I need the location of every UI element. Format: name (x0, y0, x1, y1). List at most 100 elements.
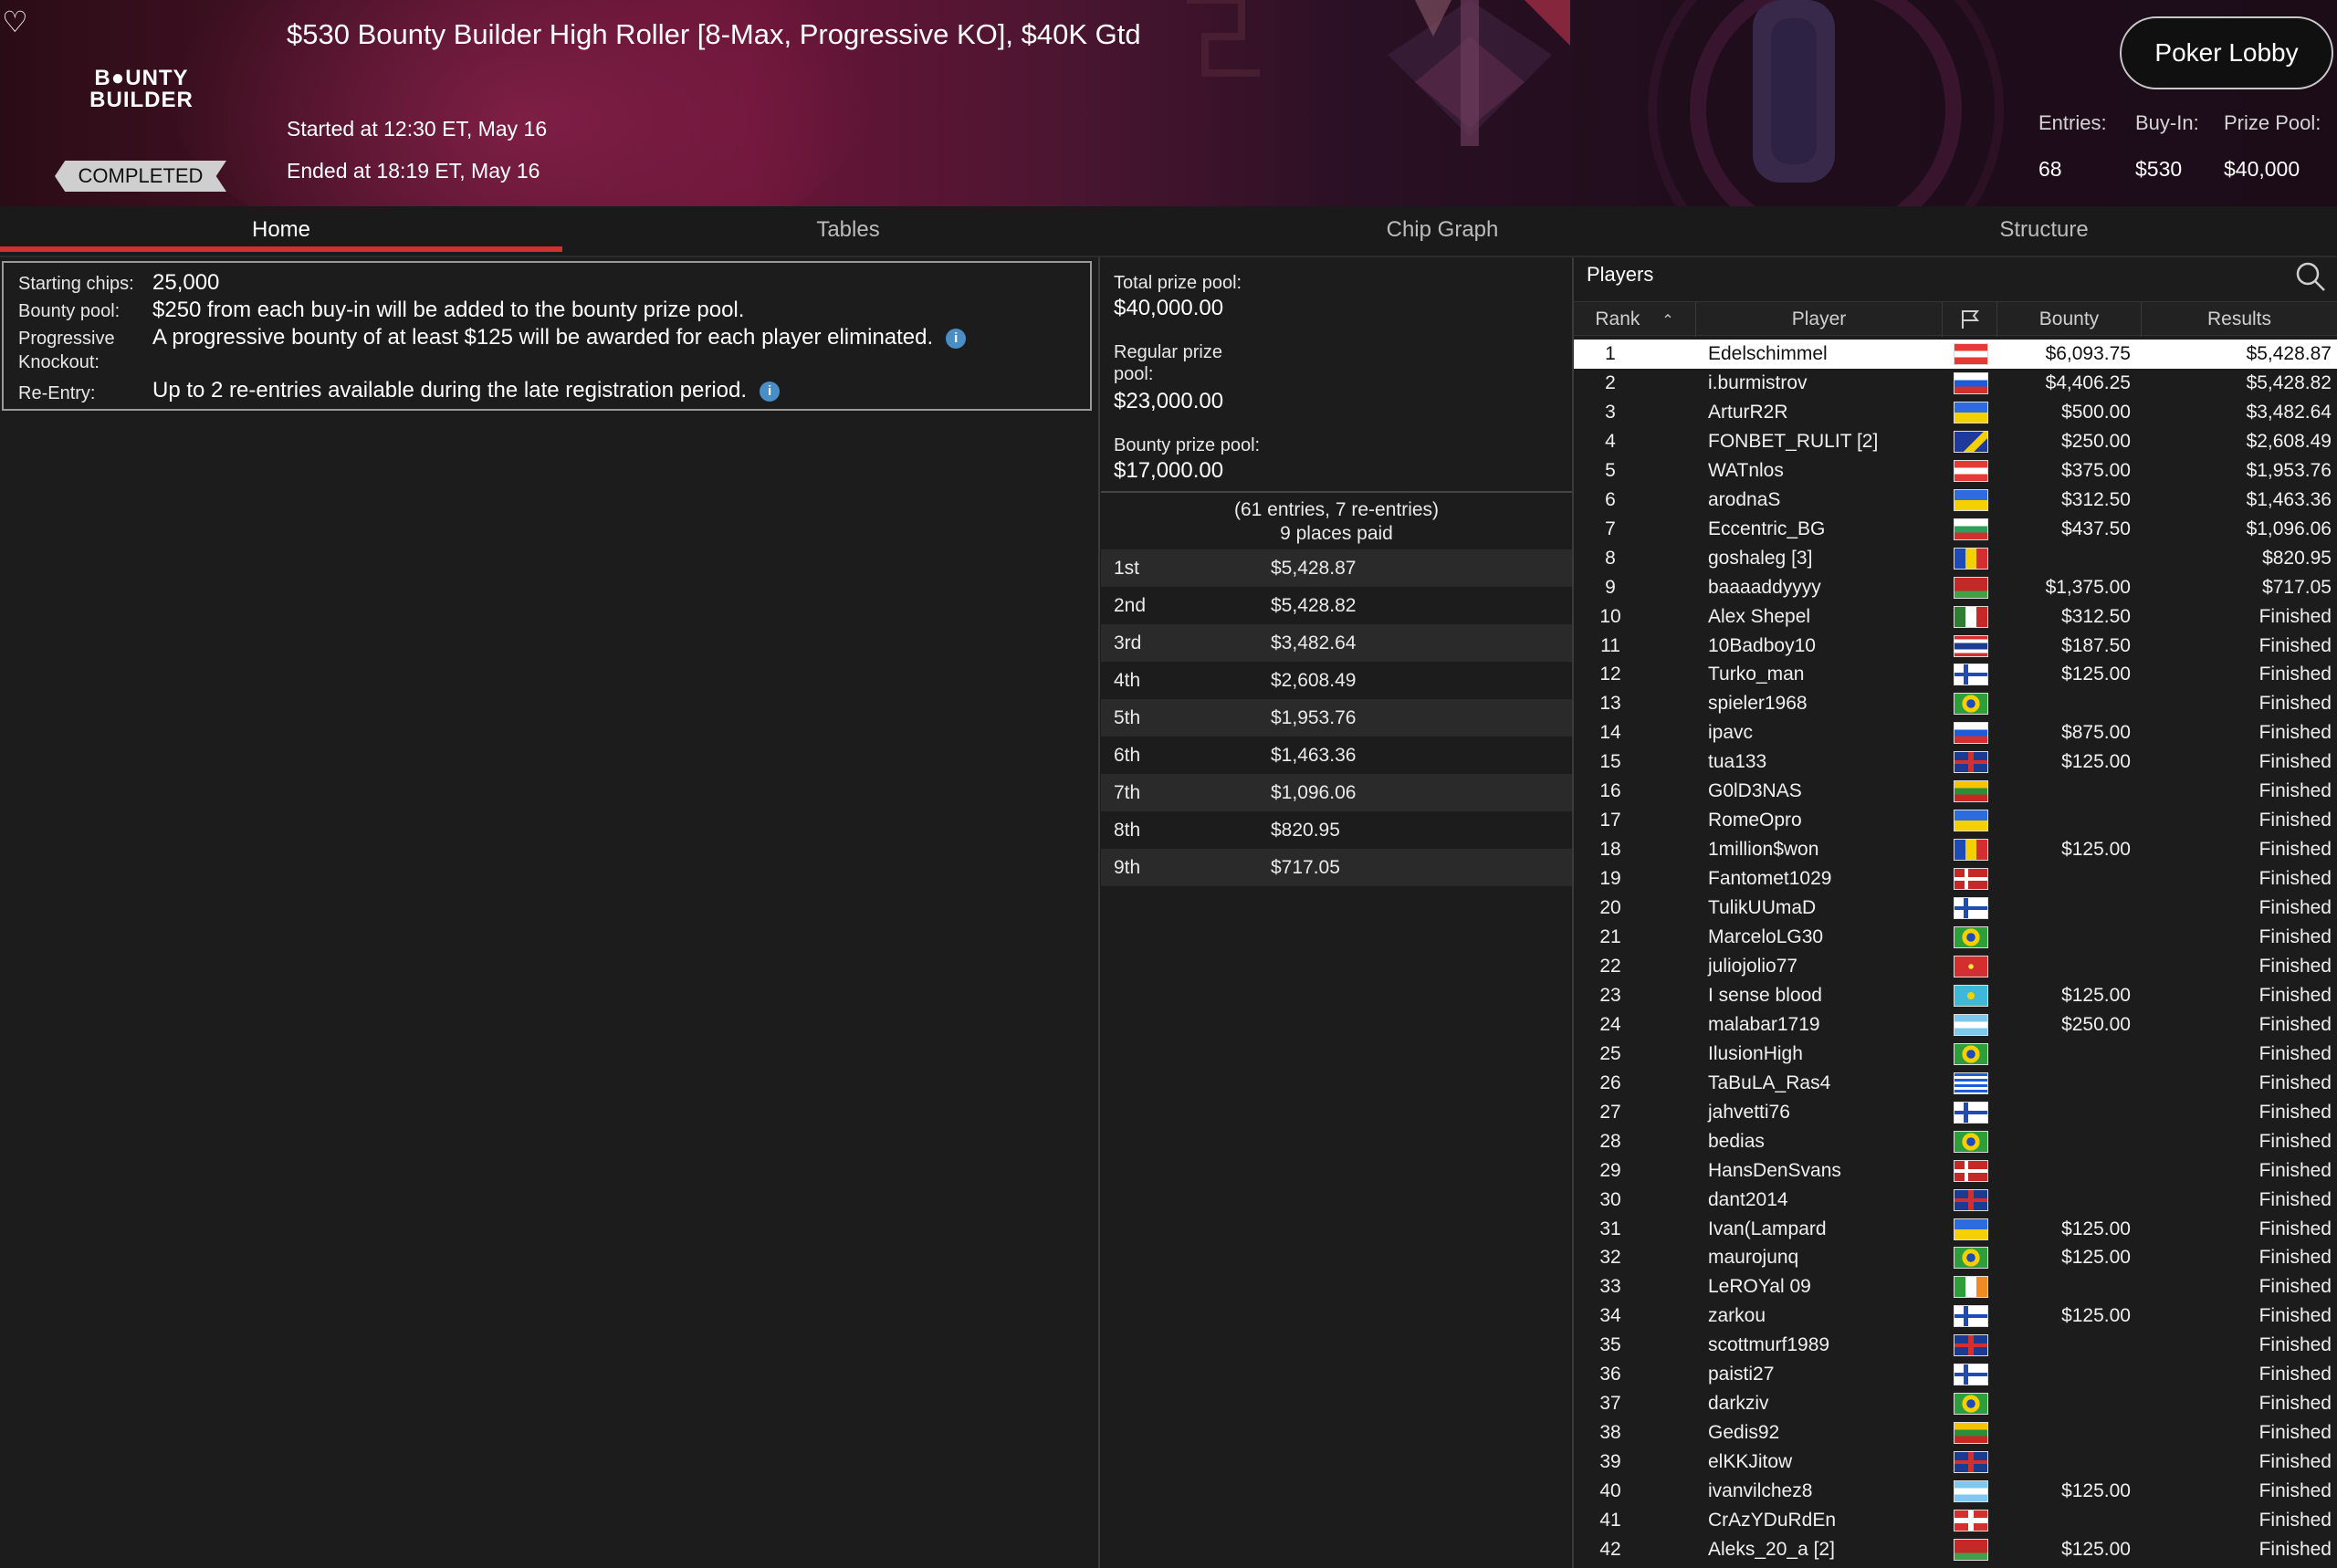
player-row[interactable]: 21 MarceloLG30 Finished (1574, 923, 2337, 952)
ukraine-flag-icon (1954, 488, 1988, 511)
results-column-header[interactable]: Results (2142, 302, 2337, 337)
player-rank: 12 (1599, 664, 1621, 685)
player-row[interactable]: 37 darkziv Finished (1574, 1389, 2337, 1418)
payout-row: 9th $717.05 (1101, 849, 1572, 886)
player-result: $5,428.87 (2246, 343, 2332, 364)
player-row[interactable]: 11 10Badboy10 $187.50 Finished (1574, 632, 2337, 661)
entries-summary: (61 entries, 7 re-entries) 9 places paid (1233, 499, 1440, 544)
player-row[interactable]: 42 Aleks_20_a [2] $125.00 Finished (1574, 1535, 2337, 1564)
player-row[interactable]: 19 Fantomet1029 Finished (1574, 864, 2337, 894)
tab-structure[interactable]: Structure (1751, 206, 2337, 257)
player-row[interactable]: 38 Gedis92 Finished (1574, 1418, 2337, 1448)
player-row[interactable]: 31 Ivan(Lampard $125.00 Finished (1574, 1215, 2337, 1244)
player-bounty: $125.00 (2061, 1305, 2131, 1327)
tab-chip-graph[interactable]: Chip Graph (1134, 206, 1751, 257)
player-row[interactable]: 35 scottmurf1989 Finished (1574, 1331, 2337, 1360)
search-icon[interactable] (2295, 261, 2326, 292)
player-rank: 5 (1605, 459, 1616, 481)
player-column-header[interactable]: Player (1696, 302, 1943, 337)
player-row[interactable]: 34 zarkou $125.00 Finished (1574, 1301, 2337, 1331)
player-row[interactable]: 29 HansDenSvans Finished (1574, 1156, 2337, 1186)
rank-column-header[interactable]: Rank ⌃ (1574, 302, 1696, 337)
reentry-info-icon[interactable]: i (760, 381, 781, 402)
player-row[interactable]: 10 Alex Shepel $312.50 Finished (1574, 602, 2337, 632)
player-row[interactable]: 24 malabar1719 $250.00 Finished (1574, 1010, 2337, 1040)
uk-flag-icon (1954, 1334, 1988, 1357)
player-result: Finished (2258, 1188, 2332, 1210)
player-row[interactable]: 36 paisti27 Finished (1574, 1360, 2337, 1389)
player-rank: 22 (1599, 955, 1621, 977)
kazakhstan-flag-icon (1954, 984, 1988, 1007)
slovenia-flag-icon (1954, 722, 1988, 745)
player-row[interactable]: 23 I sense blood $125.00 Finished (1574, 981, 2337, 1010)
player-row[interactable]: 12 Turko_man $125.00 Finished (1574, 660, 2337, 689)
player-row[interactable]: 28 bedias Finished (1574, 1127, 2337, 1156)
player-rank: 39 (1599, 1451, 1621, 1473)
player-row[interactable]: 6 arodnaS $312.50 $1,463.36 (1574, 486, 2337, 515)
player-row[interactable]: 5 WATnlos $375.00 $1,953.76 (1574, 456, 2337, 486)
player-result: $820.95 (2262, 547, 2332, 569)
player-row[interactable]: 30 dant2014 Finished (1574, 1186, 2337, 1215)
player-bounty: $500.00 (2061, 401, 2131, 423)
tab-tables[interactable]: Tables (562, 206, 1134, 257)
player-row[interactable]: 26 TaBuLA_Ras4 Finished (1574, 1069, 2337, 1098)
player-row[interactable]: 27 jahvetti76 Finished (1574, 1098, 2337, 1127)
player-row[interactable]: 9 baaaaddyyyy $1,375.00 $717.05 (1574, 573, 2337, 602)
player-row[interactable]: 17 RomeOpro Finished (1574, 806, 2337, 835)
player-row[interactable]: 16 G0lD3NAS Finished (1574, 777, 2337, 806)
flag-column-header[interactable] (1943, 302, 1997, 337)
player-row[interactable]: 18 1million$won $125.00 Finished (1574, 835, 2337, 864)
player-rank: 18 (1599, 839, 1621, 861)
player-row[interactable]: 4 FONBET_RULIT [2] $250.00 $2,608.49 (1574, 427, 2337, 456)
player-result: Finished (2258, 1305, 2332, 1327)
player-row[interactable]: 22 juliojolio77 Finished (1574, 952, 2337, 981)
player-row[interactable]: 15 tua133 $125.00 Finished (1574, 747, 2337, 777)
player-name: zarkou (1708, 1305, 1766, 1327)
finland-flag-icon (1954, 1101, 1988, 1124)
player-row[interactable]: 40 ivanvilchez8 $125.00 Finished (1574, 1477, 2337, 1506)
player-bounty: $6,093.75 (2045, 343, 2131, 364)
player-rank: 6 (1605, 488, 1616, 510)
payout-amount: $1,463.36 (1271, 745, 1357, 766)
buyin-value: $530 (2135, 157, 2183, 181)
brazil-flag-icon (1954, 693, 1988, 716)
favorite-heart-icon[interactable]: ♡ (2, 5, 35, 38)
argentina-flag-icon (1954, 1480, 1988, 1503)
player-row[interactable]: 33 LeROYal 09 Finished (1574, 1272, 2337, 1301)
player-row[interactable]: 1 Edelschimmel $6,093.75 $5,428.87 (1574, 340, 2337, 369)
player-name: jahvetti76 (1708, 1101, 1790, 1123)
player-row[interactable]: 3 ArturR2R $500.00 $3,482.64 (1574, 398, 2337, 427)
player-bounty: $187.50 (2061, 634, 2131, 656)
poker-lobby-button[interactable]: Poker Lobby (2120, 16, 2333, 89)
player-row[interactable]: 2 i.burmistrov $4,406.25 $5,428.82 (1574, 369, 2337, 398)
player-result: Finished (2258, 722, 2332, 744)
brazil-flag-icon (1954, 1042, 1988, 1065)
brazil-flag-icon (1954, 1247, 1988, 1270)
regular-prize-label: Regular prize pool: (1114, 342, 1222, 384)
reentry-value: Up to 2 re-entries available during the … (152, 378, 748, 402)
player-name: Edelschimmel (1708, 343, 1828, 364)
player-row[interactable]: 41 CrAzYDuRdEn Finished (1574, 1506, 2337, 1535)
player-row[interactable]: 25 IlusionHigh Finished (1574, 1040, 2337, 1069)
player-row[interactable]: 14 ipavc $875.00 Finished (1574, 718, 2337, 747)
player-result: Finished (2258, 1364, 2332, 1385)
player-bounty: $1,375.00 (2045, 576, 2131, 598)
bounty-column-header[interactable]: Bounty (1997, 302, 2142, 337)
player-row[interactable]: 20 TulikUUmaD Finished (1574, 894, 2337, 923)
player-result: Finished (2258, 839, 2332, 861)
player-bounty: $125.00 (2061, 1538, 2131, 1560)
player-row[interactable]: 39 elKKJitow Finished (1574, 1448, 2337, 1477)
player-name: darkziv (1708, 1393, 1769, 1415)
player-row[interactable]: 7 Eccentric_BG $437.50 $1,096.06 (1574, 515, 2337, 544)
player-name: juliojolio77 (1708, 955, 1798, 977)
player-name: Gedis92 (1708, 1422, 1780, 1444)
player-rank: 19 (1599, 868, 1621, 890)
player-name: tua133 (1708, 751, 1767, 773)
player-row[interactable]: 32 maurojunq $125.00 Finished (1574, 1243, 2337, 1272)
entries-label: Entries: (2038, 111, 2107, 134)
player-rank: 36 (1599, 1364, 1621, 1385)
player-row[interactable]: 8 goshaleg [3] $820.95 (1574, 544, 2337, 573)
player-rank: 14 (1599, 722, 1621, 744)
player-row[interactable]: 13 spieler1968 Finished (1574, 689, 2337, 718)
pko-info-icon[interactable]: i (946, 328, 967, 349)
